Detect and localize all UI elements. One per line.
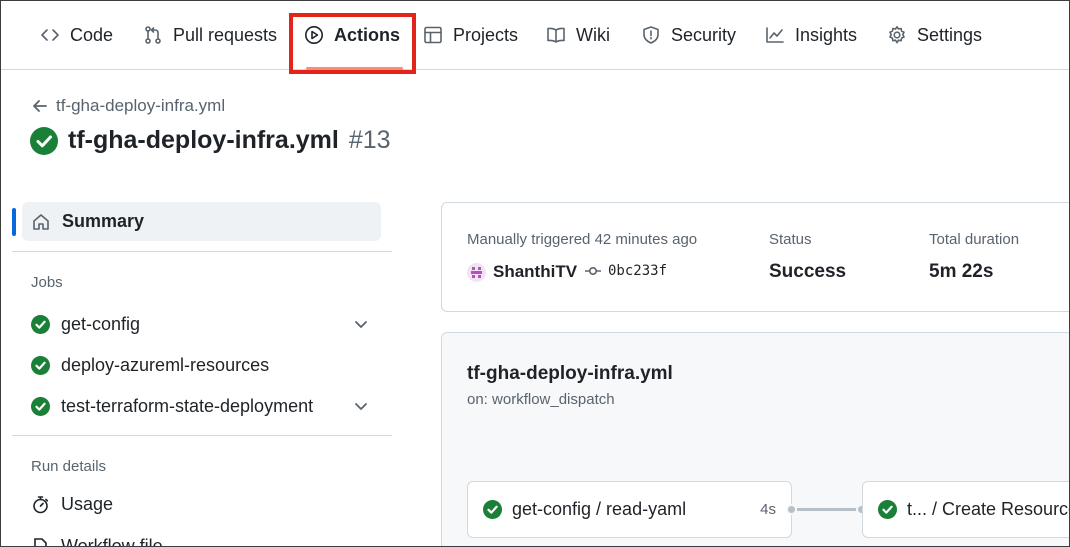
code-icon xyxy=(41,29,59,41)
back-link-label: tf-gha-deploy-infra.yml xyxy=(56,96,226,115)
git-pull-request-icon xyxy=(145,26,161,44)
graph-node-create-resources[interactable]: t... / Create Resources xyxy=(862,481,1070,538)
tab-security[interactable]: Security xyxy=(641,0,736,70)
sidebar-item-usage[interactable]: Usage xyxy=(31,494,113,515)
actions-tab-highlight xyxy=(289,13,416,74)
repo-nav: Code Pull requests Actions Projects Wiki… xyxy=(0,0,1070,70)
actor-name: ShanthiTV xyxy=(493,262,578,281)
node-duration: 4s xyxy=(760,501,776,518)
trigger-text: Manually triggered 42 minutes ago xyxy=(467,231,698,248)
graph-connector xyxy=(797,508,857,511)
tab-label: Code xyxy=(70,24,114,45)
tab-settings[interactable]: Settings xyxy=(887,0,982,70)
sidebar-divider xyxy=(12,435,392,436)
tab-pull-requests[interactable]: Pull requests xyxy=(143,0,277,70)
stopwatch-icon xyxy=(33,496,49,514)
tab-label: Security xyxy=(671,24,737,45)
node-label: get-config / read-yaml xyxy=(512,499,687,519)
table-icon xyxy=(424,26,442,44)
check-circle-icon xyxy=(878,500,897,519)
check-circle-icon xyxy=(483,500,502,519)
tab-insights[interactable]: Insights xyxy=(765,0,857,70)
check-circle-icon xyxy=(31,314,50,334)
tab-label: Wiki xyxy=(576,24,610,45)
chevron-down-icon[interactable] xyxy=(353,398,369,414)
sidebar-active-indicator xyxy=(12,208,16,236)
run-title-text: tf-gha-deploy-infra.yml xyxy=(68,126,339,154)
graph-port xyxy=(786,504,797,515)
tab-label: Projects xyxy=(453,24,519,45)
sidebar-item-label: Usage xyxy=(61,494,114,514)
graph-node-get-config[interactable]: get-config / read-yaml 4s xyxy=(467,481,792,538)
status-label: Status xyxy=(769,231,812,248)
sidebar-item-job-get-config[interactable]: get-config xyxy=(31,308,381,340)
check-circle-icon xyxy=(31,355,50,375)
arrow-left-icon xyxy=(33,100,47,112)
sidebar-item-label: Workflow file xyxy=(61,536,163,547)
sidebar-item-job-test-terraform-state-deployment[interactable]: test-terraform-state-deployment xyxy=(31,390,381,422)
book-icon xyxy=(547,27,565,43)
sidebar-item-summary[interactable]: Summary xyxy=(22,202,381,241)
run-summary-card xyxy=(441,202,1070,312)
workflow-name: tf-gha-deploy-infra.yml xyxy=(467,363,673,384)
check-circle-icon xyxy=(31,396,50,416)
git-commit-icon xyxy=(585,266,601,276)
workflow-trigger: on: workflow_dispatch xyxy=(467,391,615,408)
commit-link[interactable]: 0bc233f xyxy=(584,263,667,279)
check-circle-icon xyxy=(30,126,58,155)
status-value: Success xyxy=(769,261,847,282)
sidebar-item-workflow-file[interactable]: Workflow file xyxy=(31,536,163,547)
tab-label: Pull requests xyxy=(173,24,278,45)
avatar xyxy=(467,262,486,282)
duration-value: 5m 22s xyxy=(929,261,994,282)
job-label: get-config xyxy=(61,313,141,334)
gear-icon xyxy=(889,26,905,44)
tab-label: Settings xyxy=(917,24,983,45)
graph-icon xyxy=(766,27,784,43)
tab-label: Insights xyxy=(795,24,858,45)
run-number: #13 xyxy=(348,126,391,154)
run-details-heading: Run details xyxy=(31,458,107,475)
jobs-heading: Jobs xyxy=(31,274,63,291)
sidebar-divider xyxy=(12,251,392,252)
home-icon xyxy=(33,213,49,230)
sidebar-item-job-deploy-azureml-resources[interactable]: deploy-azureml-resources xyxy=(31,349,381,381)
page-title: tf-gha-deploy-infra.yml #13 xyxy=(30,126,391,155)
tab-projects[interactable]: Projects xyxy=(423,0,518,70)
job-label: test-terraform-state-deployment xyxy=(61,395,314,416)
back-to-workflow-link[interactable]: tf-gha-deploy-infra.yml xyxy=(32,96,225,116)
tab-code[interactable]: Code xyxy=(40,0,113,70)
node-label: t... / Create Resources xyxy=(907,499,1070,519)
shield-icon xyxy=(643,26,659,44)
duration-label: Total duration xyxy=(929,231,1020,248)
chevron-down-icon[interactable] xyxy=(353,316,369,332)
tab-wiki[interactable]: Wiki xyxy=(546,0,610,70)
actor-link[interactable]: ShanthiTV xyxy=(467,262,577,282)
job-label: deploy-azureml-resources xyxy=(61,354,270,375)
file-icon xyxy=(34,538,47,547)
sidebar-item-label: Summary xyxy=(62,211,145,231)
commit-sha: 0bc233f xyxy=(608,263,668,279)
